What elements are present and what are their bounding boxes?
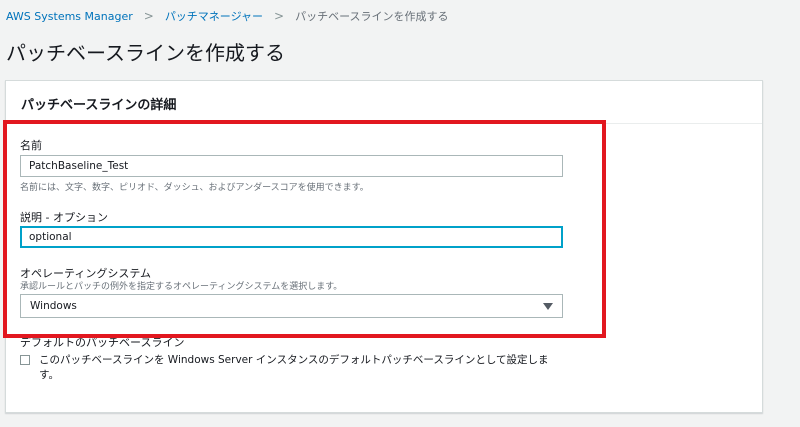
breadcrumb-current-page: パッチベースラインを作成する [295,10,449,23]
name-hint: 名前には、文字、数字、ピリオド、ダッシュ、およびアンダースコアを使用できます。 [20,183,369,193]
breadcrumb-systems-manager[interactable]: AWS Systems Manager [6,10,133,23]
default-baseline-checkbox[interactable] [20,355,30,365]
operating-system-selected-value: Windows [30,300,77,312]
patch-baseline-details-panel: パッチベースラインの詳細 名前 名前には、文字、数字、ピリオド、ダッシュ、および… [5,80,763,413]
default-baseline-option: このパッチベースラインを Windows Server インスタンスのデフォルト… [20,353,559,383]
operating-system-hint: 承認ルールとパッチの例外を指定するオペレーティングシステムを選択します。 [20,282,343,292]
name-input[interactable] [20,155,563,177]
default-baseline-label: デフォルトのパッチベースライン [20,336,185,349]
page-title: パッチベースラインを作成する [6,41,285,65]
description-input[interactable] [20,226,563,248]
breadcrumb-patch-manager[interactable]: パッチマネージャー [165,8,263,24]
name-label: 名前 [20,139,42,152]
breadcrumb-separator-icon: > [143,9,154,23]
default-baseline-checkbox-label[interactable]: このパッチベースラインを Windows Server インスタンスのデフォルト… [39,353,559,383]
breadcrumb: AWS Systems Manager > パッチマネージャー > パッチベース… [6,7,449,25]
panel-header: パッチベースラインの詳細 [6,81,762,124]
caret-down-icon [543,302,553,310]
breadcrumb-separator-icon: > [274,9,285,23]
description-label: 説明 - オプション [20,211,108,224]
operating-system-select[interactable]: Windows [20,294,563,318]
